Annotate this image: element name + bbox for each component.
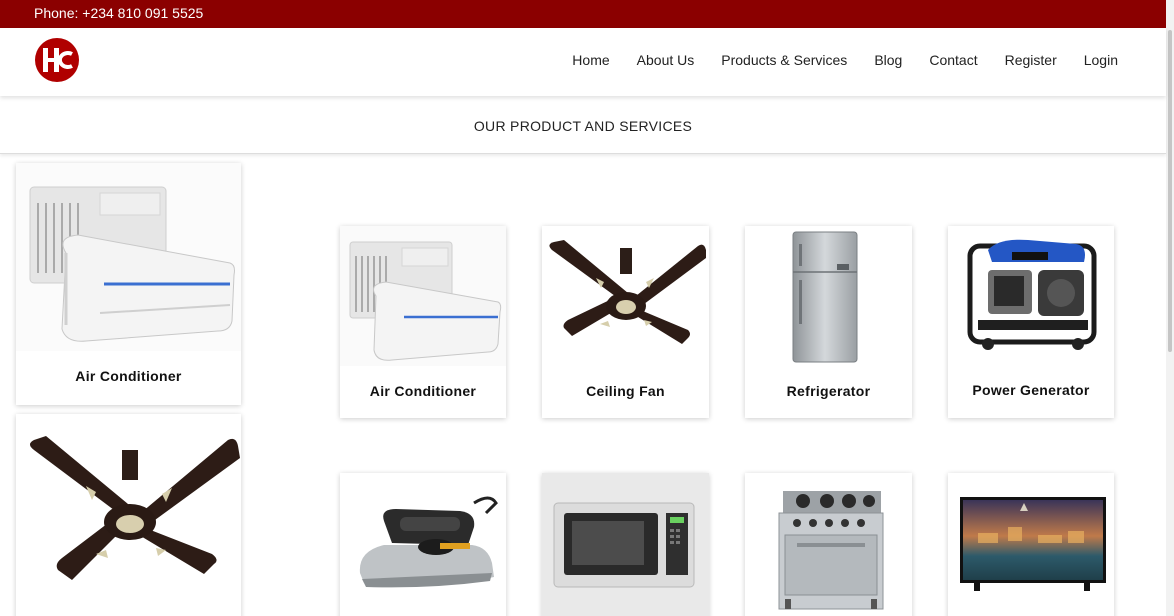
nav-blog[interactable]: Blog: [874, 52, 902, 68]
ceiling-fan-icon: [542, 226, 709, 366]
sidebar-card-air-conditioner[interactable]: Air Conditioner: [16, 163, 241, 405]
nav-products-services[interactable]: Products & Services: [721, 52, 847, 68]
page-scrollbar[interactable]: [1166, 0, 1174, 616]
microwave-icon: [542, 473, 709, 616]
television-icon: [948, 473, 1114, 616]
product-card-power-generator[interactable]: Power Generator: [948, 226, 1114, 418]
card-label: Ceiling Fan: [586, 383, 665, 399]
product-card-gas-cooker[interactable]: [745, 473, 912, 616]
phone-number: Phone: +234 810 091 5525: [34, 5, 204, 21]
nav-login[interactable]: Login: [1084, 52, 1118, 68]
product-card-television[interactable]: [948, 473, 1114, 616]
logo[interactable]: [34, 37, 80, 83]
iron-icon: [340, 473, 506, 616]
nav-home[interactable]: Home: [572, 52, 609, 68]
card-label: Air Conditioner: [369, 383, 477, 399]
nav-contact[interactable]: Contact: [929, 52, 977, 68]
air-conditioner-icon: [340, 226, 506, 366]
logo-icon: [35, 38, 79, 82]
refrigerator-icon: [745, 226, 912, 366]
product-card-iron[interactable]: [340, 473, 506, 616]
sidebar-card-ceiling-fan[interactable]: [16, 414, 241, 616]
product-card-microwave[interactable]: [542, 473, 709, 616]
card-label: Air Conditioner: [75, 368, 182, 384]
section-title: OUR PRODUCT AND SERVICES: [473, 118, 693, 134]
section-header: OUR PRODUCT AND SERVICES: [0, 96, 1166, 154]
air-conditioner-icon: [16, 163, 241, 351]
product-card-ceiling-fan[interactable]: Ceiling Fan: [542, 226, 709, 418]
ceiling-fan-icon: [16, 414, 241, 616]
gas-cooker-icon: [745, 473, 912, 616]
nav-register[interactable]: Register: [1005, 52, 1057, 68]
card-label: Power Generator: [972, 382, 1090, 398]
product-card-air-conditioner[interactable]: Air Conditioner: [340, 226, 506, 418]
power-generator-icon: [948, 226, 1114, 366]
nav-about-us[interactable]: About Us: [637, 52, 695, 68]
product-card-refrigerator[interactable]: Refrigerator: [745, 226, 912, 418]
top-contact-bar: Phone: +234 810 091 5525: [0, 0, 1166, 28]
scrollbar-thumb[interactable]: [1168, 30, 1172, 352]
site-header: Home About Us Products & Services Blog C…: [0, 28, 1166, 96]
card-label: Refrigerator: [786, 383, 871, 399]
main-nav: Home About Us Products & Services Blog C…: [545, 52, 1118, 68]
